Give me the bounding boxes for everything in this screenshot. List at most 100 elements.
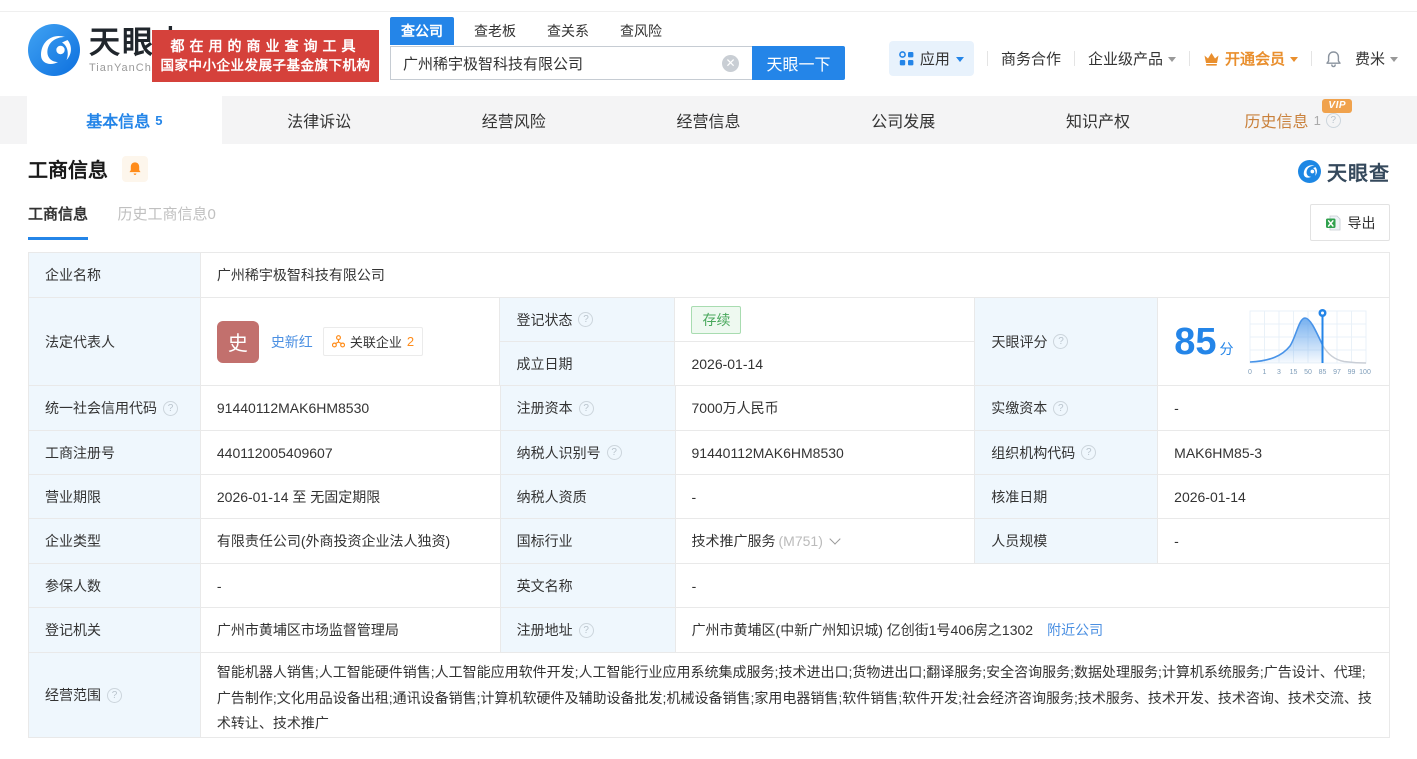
search-tab-boss[interactable]: 查老板 <box>463 17 527 45</box>
industry-label: 国标行业 <box>501 519 676 564</box>
help-icon[interactable] <box>163 401 178 416</box>
score-axis-tick: 97 <box>1333 369 1341 376</box>
tianyancha-logo-icon <box>28 24 80 76</box>
tab-label: 公司发展 <box>871 108 935 132</box>
promo-banner: 都在用的商业查询工具 国家中小企业发展子基金旗下机构 <box>152 30 379 82</box>
score-unit: 分 <box>1220 339 1234 359</box>
cooperation-link[interactable]: 商务合作 <box>1001 48 1061 69</box>
reg-address-label: 注册地址 <box>501 608 676 653</box>
company-name-label: 企业名称 <box>29 253 201 298</box>
search-button[interactable]: 天眼一下 <box>752 46 845 80</box>
help-icon[interactable] <box>1326 113 1341 128</box>
subtab-business-info[interactable]: 工商信息 <box>28 203 88 240</box>
banner-line2: 国家中小企业发展子基金旗下机构 <box>152 56 379 75</box>
apps-label: 应用 <box>920 48 950 69</box>
reg-address-value: 广州市黄埔区(中新广州知识城) 亿创街1号406房之1302 <box>692 620 1034 640</box>
apps-button[interactable]: 应用 <box>889 41 974 76</box>
tab-operation-info[interactable]: 经营信息 <box>611 96 806 144</box>
reg-authority-label: 登记机关 <box>29 608 201 653</box>
open-vip-link[interactable]: 开通会员 <box>1203 48 1298 69</box>
subtab-bar: 工商信息 历史工商信息0 导出 <box>28 203 1390 247</box>
related-companies-badge[interactable]: 关联企业 2 <box>323 327 423 356</box>
clear-icon[interactable] <box>722 55 739 72</box>
table-row: 登记状态 存续 <box>500 298 975 342</box>
paid-capital-label: 实缴资本 <box>975 386 1158 431</box>
tab-history-info[interactable]: VIP 历史信息 1 <box>1195 96 1390 144</box>
search-tab-risk[interactable]: 查风险 <box>609 17 673 45</box>
subscribe-bell-button[interactable] <box>122 156 148 182</box>
help-icon[interactable] <box>579 623 594 638</box>
divider <box>1311 51 1312 66</box>
legal-rep-label: 法定代表人 <box>29 298 201 386</box>
tab-basic-info[interactable]: 基本信息 5 <box>27 96 222 144</box>
tab-label: 基本信息 <box>86 108 150 132</box>
credit-code-label: 统一社会信用代码 <box>29 386 201 431</box>
nearby-companies-link[interactable]: 附近公司 <box>1047 620 1103 640</box>
reg-address-cell: 广州市黄埔区(中新广州知识城) 亿创街1号406房之1302 附近公司 <box>676 608 1390 653</box>
score-axis-tick: 1 <box>1262 369 1266 376</box>
help-icon[interactable] <box>107 688 122 703</box>
related-companies-count: 2 <box>407 334 414 349</box>
score-distribution-chart: 0 1 3 15 50 85 97 99 100 <box>1244 306 1376 378</box>
industry-code: (M751) <box>779 533 823 549</box>
help-icon[interactable] <box>607 445 622 460</box>
legal-rep-cell: 史 史新红 关联企业 2 <box>201 298 501 386</box>
business-term-label: 营业期限 <box>29 475 201 519</box>
english-name-value: - <box>676 564 1390 608</box>
table-row: 统一社会信用代码 91440112MAK6HM8530 注册资本 7000万人民… <box>29 386 1390 431</box>
taxpayer-id-value: 91440112MAK6HM8530 <box>676 431 976 475</box>
search-input[interactable] <box>390 46 752 80</box>
notifications-button[interactable] <box>1325 50 1342 68</box>
banner-line1: 都在用的商业查询工具 <box>152 37 379 56</box>
help-icon[interactable] <box>578 312 593 327</box>
reg-capital-label: 注册资本 <box>501 386 676 431</box>
label-text: 实缴资本 <box>991 398 1047 418</box>
bell-icon <box>128 161 142 176</box>
divider <box>1074 51 1075 66</box>
org-code-value: MAK6HM85-3 <box>1158 431 1390 475</box>
company-nav-tabs: 基本信息 5 法律诉讼 经营风险 经营信息 公司发展 知识产权 VIP 历史信息… <box>0 96 1417 144</box>
tab-legal-litigation[interactable]: 法律诉讼 <box>222 96 417 144</box>
enterprise-products-link[interactable]: 企业级产品 <box>1088 48 1176 69</box>
tab-label: 经营风险 <box>482 108 546 132</box>
score-axis-tick: 99 <box>1347 369 1355 376</box>
tab-company-development[interactable]: 公司发展 <box>806 96 1001 144</box>
header: 天眼查 TianYanCha.com 都在用的商业查询工具 国家中小企业发展子基… <box>0 12 1417 96</box>
watermark-logo: 天眼查 <box>1298 157 1390 186</box>
export-button[interactable]: 导出 <box>1310 204 1390 241</box>
legal-rep-name-link[interactable]: 史新红 <box>271 332 313 352</box>
divider <box>1189 51 1190 66</box>
company-type-value: 有限责任公司(外商投资企业法人独资) <box>201 519 501 564</box>
insured-count-value: - <box>201 564 501 608</box>
score-label: 天眼评分 <box>975 298 1158 386</box>
network-icon <box>332 335 345 348</box>
industry-value: 技术推广服务 <box>692 531 776 551</box>
table-row: 工商注册号 440112005409607 纳税人识别号 91440112MAK… <box>29 431 1390 475</box>
help-icon[interactable] <box>1053 401 1068 416</box>
legal-rep-avatar[interactable]: 史 <box>217 321 259 363</box>
apps-grid-icon <box>899 51 914 66</box>
help-icon[interactable] <box>1081 445 1096 460</box>
help-icon[interactable] <box>579 401 594 416</box>
search-tab-company[interactable]: 查公司 <box>390 17 454 45</box>
business-scope-label: 经营范围 <box>29 653 201 738</box>
score-axis-tick: 100 <box>1359 369 1371 376</box>
user-menu[interactable]: 费米 <box>1355 48 1398 69</box>
tab-operation-risk[interactable]: 经营风险 <box>416 96 611 144</box>
table-row: 企业类型 有限责任公司(外商投资企业法人独资) 国标行业 技术推广服务 (M75… <box>29 519 1390 564</box>
tab-intellectual-property[interactable]: 知识产权 <box>1001 96 1196 144</box>
search-tab-relation[interactable]: 查关系 <box>536 17 600 45</box>
watermark-text: 天眼查 <box>1327 157 1390 186</box>
score-axis-tick: 0 <box>1248 369 1252 376</box>
subtab-history-business-info[interactable]: 历史工商信息0 <box>117 203 215 224</box>
related-companies-label: 关联企业 <box>350 332 402 351</box>
table-row: 参保人数 - 英文名称 - <box>29 564 1390 608</box>
chevron-down-icon <box>1390 57 1398 62</box>
table-row: 法定代表人 史 史新红 关联企业 2 <box>29 298 1390 386</box>
tab-label: 经营信息 <box>677 108 741 132</box>
bell-icon <box>1325 50 1342 68</box>
label-text: 经营范围 <box>45 685 101 705</box>
help-icon[interactable] <box>1053 334 1068 349</box>
taxpayer-id-label: 纳税人识别号 <box>501 431 676 475</box>
chevron-down-icon[interactable] <box>829 533 840 544</box>
